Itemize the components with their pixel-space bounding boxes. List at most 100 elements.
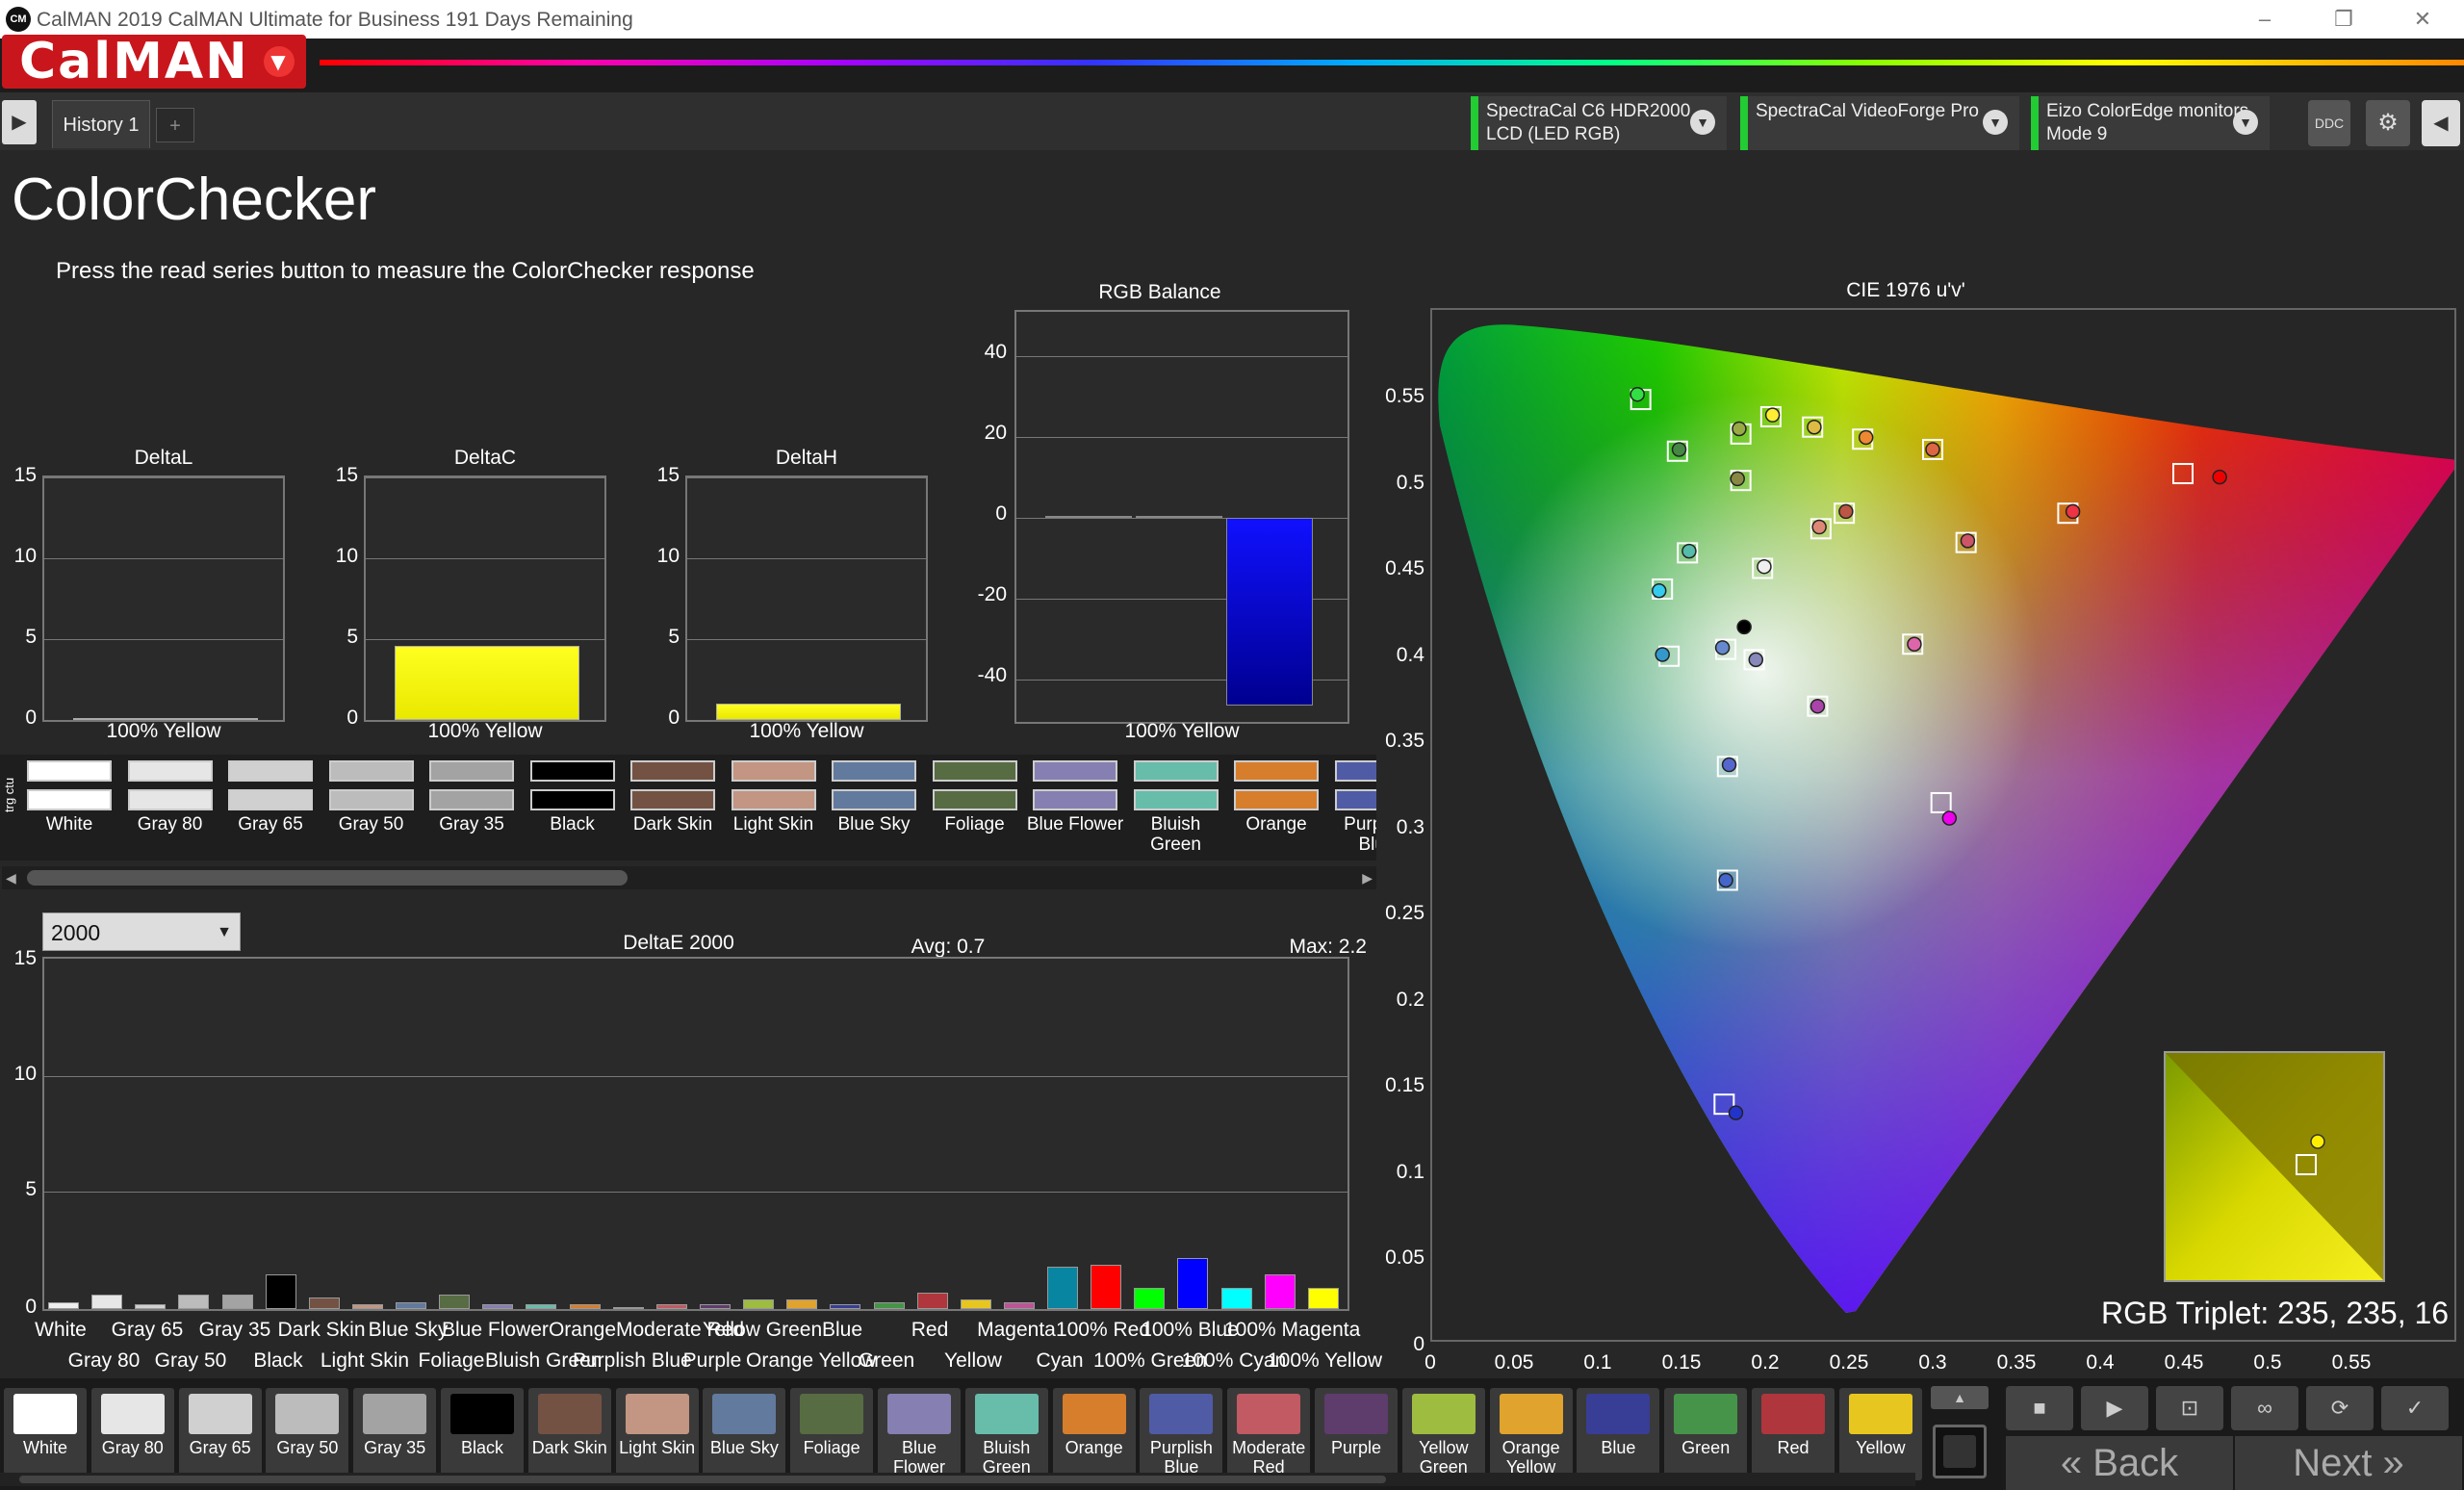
bottom-swatch[interactable]: Orange Yellow [1489,1388,1573,1480]
bottom-swatch[interactable]: Yellow Green [1401,1388,1485,1480]
scrollbar-thumb[interactable] [19,1476,1386,1483]
close-icon[interactable]: ✕ [2400,4,2445,35]
bottom-swatch[interactable]: Foliage [790,1388,874,1480]
gridline [44,1076,1348,1077]
play-sidebar-button[interactable]: ▶ [2,100,37,144]
swatch-label: Black [550,814,595,835]
scrollbar-thumb[interactable] [27,870,628,886]
swatch-target[interactable] [932,760,1017,782]
bottom-swatch[interactable]: Blue Flower [878,1388,961,1480]
swatch-actual[interactable] [1133,789,1219,810]
swatch-label: Bluish Green [1150,814,1201,855]
swatch-chip [537,1394,602,1434]
rgb-balance-bar [1045,516,1132,518]
swatch-actual[interactable] [1234,789,1319,810]
swatch-target[interactable] [529,760,615,782]
swatch-target[interactable] [1033,760,1117,782]
restore-icon[interactable]: ❐ [2322,4,2366,35]
gear-icon[interactable]: ⚙ [2366,100,2410,146]
next-button[interactable]: Next » [2235,1436,2462,1490]
bottom-swatch[interactable]: Purplish Blue [1140,1388,1223,1480]
play-icon[interactable]: ▶ [2081,1386,2148,1430]
bottom-swatch[interactable]: White [4,1388,87,1480]
bottom-swatch[interactable]: Gray 65 [178,1388,262,1480]
bottom-swatch[interactable]: Yellow [1838,1388,1922,1480]
bottom-swatch[interactable]: Orange [1052,1388,1136,1480]
swatch-target[interactable] [630,760,715,782]
bottom-swatch[interactable]: Purple [1315,1388,1398,1480]
swatch-target[interactable] [731,760,816,782]
swatch-target[interactable] [832,760,916,782]
swatch-target[interactable] [1334,760,1376,782]
swatch-label: Gray 80 [137,814,203,835]
bottom-swatch[interactable]: Dark Skin [527,1388,611,1480]
swatch-actual[interactable] [328,789,414,810]
swatch-actual[interactable] [832,789,916,810]
tab-history-1[interactable]: History 1 [52,100,150,148]
refresh-icon[interactable]: ⟳ [2306,1386,2374,1430]
display-selector[interactable]: Eizo ColorEdge monitors Mode 9 ▼ [2031,96,2270,150]
swatch-scrollbar[interactable]: ◀ ▶ [2,866,1376,889]
swatch-actual[interactable] [228,789,313,810]
stop-icon[interactable]: ■ [2006,1386,2073,1430]
read-series-button[interactable] [1933,1425,1987,1478]
bottom-swatch[interactable]: Light Skin [615,1388,699,1480]
swatch-target[interactable] [228,760,313,782]
ddc-button[interactable]: DDC [2308,100,2350,146]
bottom-swatch-label: Orange [1065,1438,1123,1457]
swatch-actual[interactable] [529,789,615,810]
swatch-actual[interactable] [1033,789,1117,810]
generator-selector[interactable]: SpectraCal VideoForge Pro ▼ [1740,96,2019,150]
bottom-swatch[interactable]: Blue Sky [703,1388,786,1480]
bottom-swatch[interactable]: Gray 35 [353,1388,437,1480]
swatch-actual[interactable] [731,789,816,810]
scroll-right-icon[interactable]: ▶ [1362,866,1373,889]
bottom-swatch[interactable]: Black [441,1388,524,1480]
read-single-icon[interactable]: ⊡ [2156,1386,2223,1430]
bottom-swatch[interactable]: Bluish Green [964,1388,1048,1480]
deltae-bar [743,1299,774,1309]
deltae-formula-select[interactable]: 2000 ▼ [42,912,241,951]
swatch-actual[interactable] [27,789,112,810]
add-tab-button[interactable]: + [156,108,194,142]
swatch-actual[interactable] [1334,789,1376,810]
scroll-left-icon[interactable]: ◀ [6,866,16,889]
swatch-target[interactable] [1133,760,1219,782]
swatch-target[interactable] [328,760,414,782]
swatch-actual[interactable] [630,789,715,810]
bottom-swatch[interactable]: Red [1752,1388,1835,1480]
continuous-icon[interactable]: ∞ [2231,1386,2298,1430]
collapse-panel-button[interactable]: ◀ [2422,100,2460,146]
swatch-actual[interactable] [127,789,213,810]
deltae-bar [830,1304,860,1309]
back-button[interactable]: « Back [2006,1436,2233,1490]
swatch-target[interactable] [1234,760,1319,782]
bottom-swatch[interactable]: Gray 50 [266,1388,349,1480]
deltae-bar [352,1304,383,1309]
calman-logo-menu[interactable]: CalMAN ▼ [2,35,306,89]
cie-measured-marker [1718,872,1733,888]
gridline [366,477,604,478]
check-icon[interactable]: ✓ [2381,1386,2449,1430]
rgb-category-label: 100% Yellow [1124,720,1240,742]
logo-text: CalMAN [19,33,249,90]
bottom-swatch-label: Gray 80 [101,1438,164,1457]
bottom-scrollbar[interactable] [0,1473,1915,1486]
swatch-actual[interactable] [932,789,1017,810]
deltae-tick: 5 [25,1178,37,1200]
deltae-bar [266,1274,296,1309]
swatch-target[interactable] [27,760,112,782]
bottom-swatch[interactable]: Gray 80 [90,1388,174,1480]
meter-selector[interactable]: SpectraCal C6 HDR2000 LCD (LED RGB) ▼ [1471,96,1727,150]
swatch-label: White [45,814,93,835]
zoom-measured-marker [2310,1134,2325,1149]
swatch-actual[interactable] [429,789,514,810]
bottom-swatch[interactable]: Green [1664,1388,1748,1480]
bottom-swatch[interactable]: Moderate Red [1227,1388,1311,1480]
bottom-swatch[interactable]: Blue [1577,1388,1660,1480]
expand-up-icon[interactable]: ▲ [1931,1386,1989,1409]
swatch-target[interactable] [429,760,514,782]
bottom-swatch-label: Dark Skin [531,1438,607,1457]
swatch-target[interactable] [127,760,213,782]
minimize-icon[interactable]: – [2243,4,2287,35]
